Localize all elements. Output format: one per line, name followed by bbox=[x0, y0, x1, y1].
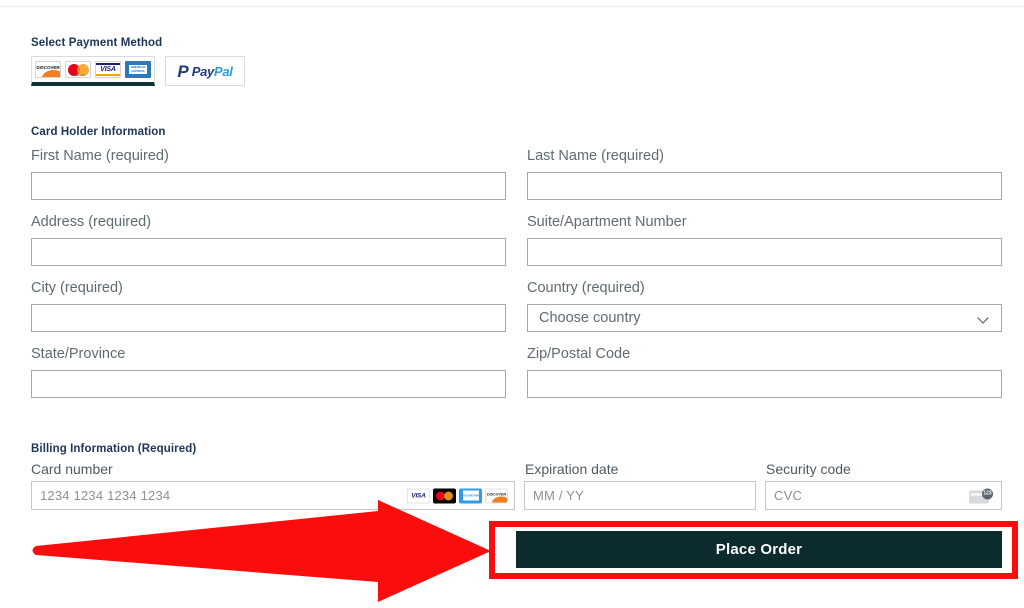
paypal-label-pay: Pay bbox=[191, 63, 215, 79]
label-security-code: Security code bbox=[766, 461, 851, 477]
card-number-placeholder: 1234 1234 1234 1234 bbox=[40, 488, 171, 503]
security-code-placeholder: CVC bbox=[774, 488, 803, 503]
input-city[interactable] bbox=[31, 304, 506, 332]
mastercard-icon-small bbox=[433, 488, 456, 503]
accepted-card-brands: VISA AMERICANEXPRESS DISCOVER bbox=[407, 488, 508, 503]
visa-icon: VISA bbox=[95, 61, 121, 78]
visa-icon-small: VISA bbox=[407, 488, 430, 503]
amex-icon: AMERICAN EXPRESS bbox=[125, 61, 151, 78]
billing-information-heading: Billing Information (Required) bbox=[31, 443, 197, 455]
input-suite[interactable] bbox=[527, 238, 1002, 266]
input-state[interactable] bbox=[31, 370, 506, 398]
payment-method-paypal[interactable]: P PayPal bbox=[165, 56, 245, 86]
select-payment-method-heading: Select Payment Method bbox=[31, 37, 163, 49]
select-country[interactable]: Choose country bbox=[527, 304, 1002, 332]
input-card-number[interactable]: 1234 1234 1234 1234 VISA AMERICANEXPRESS… bbox=[31, 481, 515, 510]
select-country-value: Choose country bbox=[539, 310, 641, 326]
paypal-p-mark: P bbox=[177, 61, 189, 81]
label-first-name: First Name (required) bbox=[31, 148, 169, 164]
red-arrow-annotation bbox=[32, 500, 491, 602]
input-address[interactable] bbox=[31, 238, 506, 266]
mastercard-icon: mastercard bbox=[65, 61, 91, 78]
label-last-name: Last Name (required) bbox=[527, 148, 664, 164]
top-divider bbox=[0, 6, 1024, 7]
cvc-badge-number: 123 bbox=[982, 488, 993, 499]
label-state: State/Province bbox=[31, 346, 126, 362]
expiration-placeholder: MM / YY bbox=[533, 488, 585, 503]
label-card-number: Card number bbox=[31, 461, 113, 477]
paypal-icon: P PayPal bbox=[177, 63, 232, 80]
checkout-page: Select Payment Method DISCOVER mastercar… bbox=[0, 0, 1024, 602]
label-suite: Suite/Apartment Number bbox=[527, 214, 687, 230]
input-zip[interactable] bbox=[527, 370, 1002, 398]
input-expiration-date[interactable]: MM / YY bbox=[524, 481, 756, 510]
discover-icon: DISCOVER bbox=[35, 61, 61, 78]
label-city: City (required) bbox=[31, 280, 123, 296]
label-zip: Zip/Postal Code bbox=[527, 346, 631, 362]
place-order-button[interactable]: Place Order bbox=[516, 531, 1002, 568]
payment-method-tabs: DISCOVER mastercard VISA AMERICAN EXPRESS… bbox=[31, 56, 245, 86]
payment-method-credit-cards[interactable]: DISCOVER mastercard VISA AMERICAN EXPRESS bbox=[31, 56, 155, 86]
input-last-name[interactable] bbox=[527, 172, 1002, 200]
label-address: Address (required) bbox=[31, 214, 152, 230]
cvc-card-icon: 123 bbox=[969, 488, 993, 503]
chevron-down-icon bbox=[979, 313, 990, 324]
input-security-code[interactable]: CVC 123 bbox=[765, 481, 1002, 510]
card-holder-information-heading: Card Holder Information bbox=[31, 126, 166, 138]
discover-icon-small: DISCOVER bbox=[485, 488, 508, 503]
label-expiration-date: Expiration date bbox=[525, 461, 619, 477]
label-country: Country (required) bbox=[527, 280, 645, 296]
amex-icon-small: AMERICANEXPRESS bbox=[459, 488, 482, 503]
input-first-name[interactable] bbox=[31, 172, 506, 200]
paypal-label-pal: Pal bbox=[213, 63, 233, 79]
